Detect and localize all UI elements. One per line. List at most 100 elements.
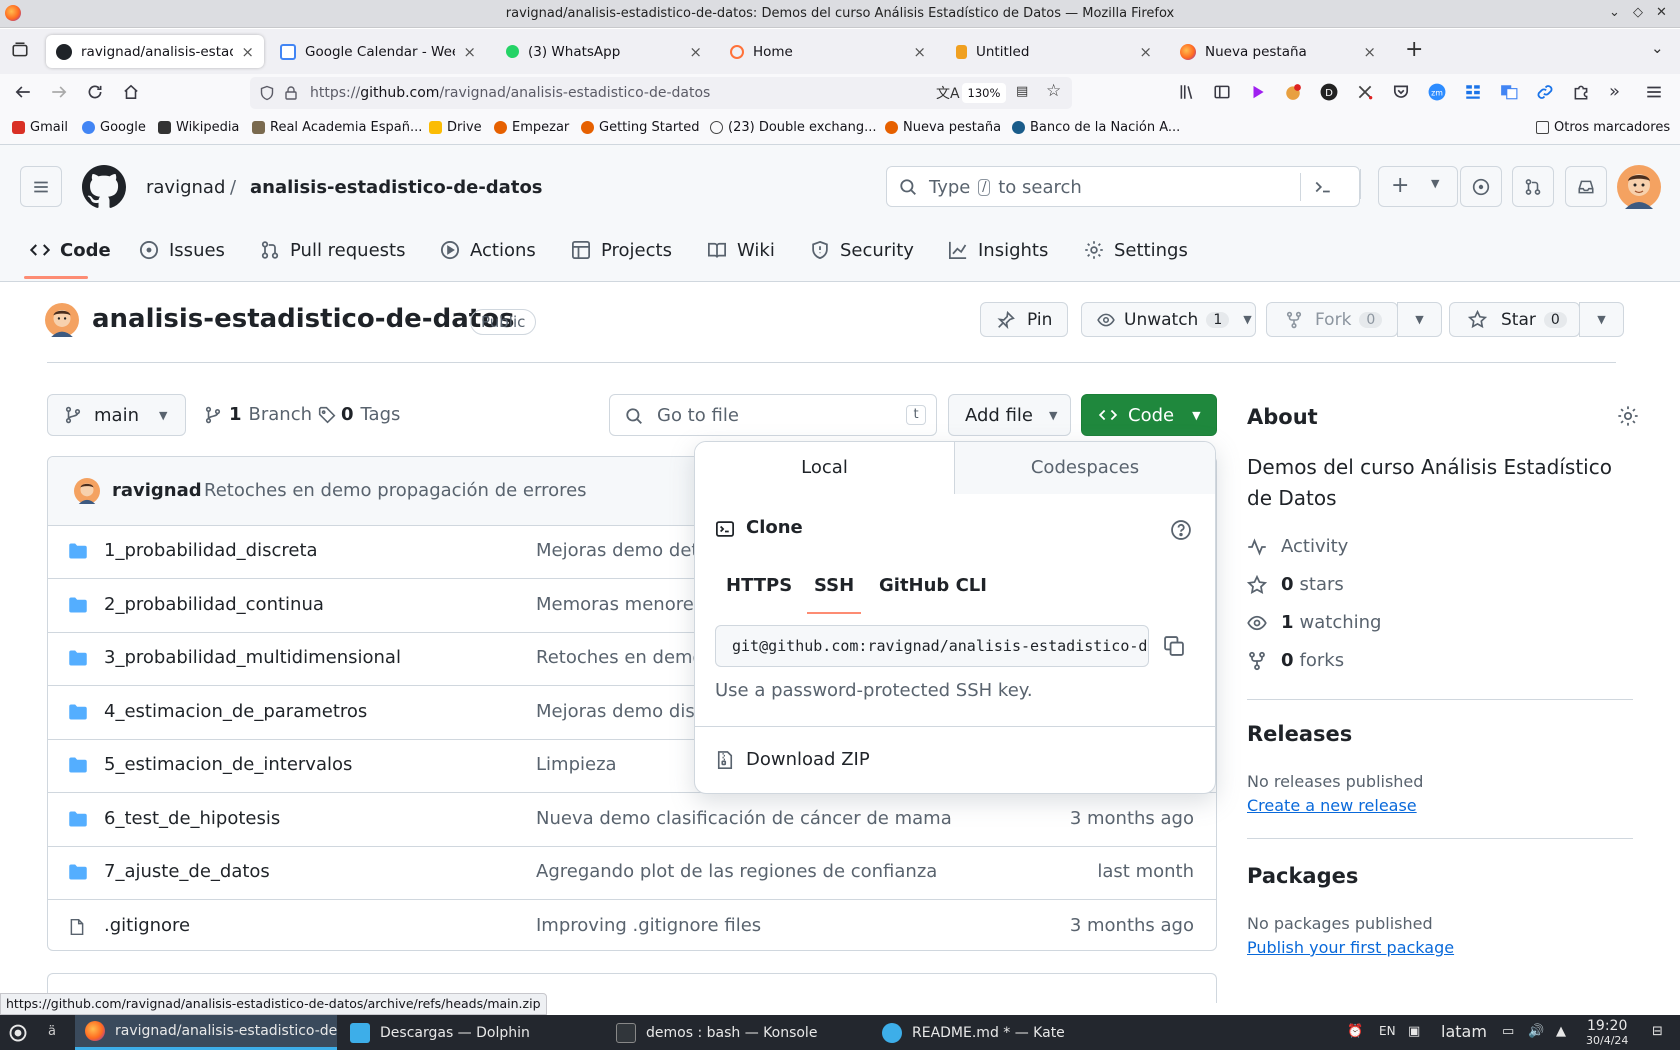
clock-date[interactable]: 30/4/24: [1586, 1034, 1628, 1047]
close-tab-icon[interactable]: ×: [1139, 43, 1152, 61]
shield-icon[interactable]: [259, 85, 275, 101]
fork-button[interactable]: Fork 0: [1266, 302, 1398, 337]
bookmark-drive[interactable]: Drive: [429, 120, 482, 135]
tab-codespaces[interactable]: Codespaces: [955, 442, 1215, 494]
forward-arrow-icon[interactable]: [50, 83, 70, 103]
global-nav-menu-button[interactable]: [20, 166, 62, 207]
tab-insights[interactable]: Insights: [948, 233, 1048, 267]
close-tab-icon[interactable]: ×: [913, 43, 926, 61]
file-name-link[interactable]: 4_estimacion_de_parametros: [104, 701, 367, 722]
browser-tab-whatsapp[interactable]: (3) WhatsApp ×: [496, 35, 712, 68]
browser-tab-home[interactable]: Home ×: [720, 35, 936, 68]
browser-tab-github[interactable]: ravignad/analisis-estadistic ×: [46, 35, 264, 68]
bookmark-gmail[interactable]: Gmail: [12, 120, 68, 135]
home-icon[interactable]: [122, 83, 142, 103]
command-palette-icon[interactable]: [1313, 178, 1333, 196]
tab-issues[interactable]: Issues: [139, 233, 225, 267]
commit-author-avatar[interactable]: [74, 478, 100, 504]
zoom-meeting-icon[interactable]: zm: [1428, 83, 1448, 103]
alarm-icon[interactable]: ⏰: [1347, 1024, 1363, 1039]
clone-url-input[interactable]: git@github.com:ravignad/analisis-estadis…: [715, 625, 1149, 667]
commit-message-link[interactable]: Retoches en demo: [536, 647, 704, 668]
publish-package-link[interactable]: Publish your first package: [1247, 938, 1454, 957]
extension-badge-icon[interactable]: [1284, 83, 1304, 103]
bookmark-wikipedia[interactable]: Wikipedia: [158, 120, 239, 135]
bookmark-empezar[interactable]: Empezar: [494, 120, 569, 135]
code-button[interactable]: Code ▼: [1081, 394, 1217, 436]
tab-actions[interactable]: Actions: [440, 233, 536, 267]
display-icon[interactable]: ▭: [1502, 1024, 1514, 1039]
table-row[interactable]: 7_ajuste_de_datos Agregando plot de las r…: [48, 847, 1216, 900]
file-name-link[interactable]: 6_test_de_hipotesis: [104, 808, 280, 829]
pull-requests-button[interactable]: [1512, 166, 1554, 207]
commit-message-link[interactable]: Mejoras demo dist: [536, 701, 702, 722]
taskbar-item-konsole[interactable]: demos : bash — Konsole: [606, 1015, 868, 1050]
taskbar-item-dolphin[interactable]: Descargas — Dolphin: [340, 1015, 602, 1050]
link-extension-icon[interactable]: [1536, 83, 1556, 103]
tab-local[interactable]: Local: [695, 442, 955, 494]
commit-message-link[interactable]: Nueva demo clasificación de cáncer de ma…: [536, 808, 952, 829]
new-tab-button[interactable]: +: [1405, 37, 1423, 62]
play-extension-icon[interactable]: [1249, 83, 1269, 103]
tab-projects[interactable]: Projects: [571, 233, 672, 267]
tab-security[interactable]: Security: [810, 233, 914, 267]
issues-button[interactable]: [1460, 166, 1502, 207]
translate-extension-icon[interactable]: [1500, 83, 1520, 103]
d-extension-icon[interactable]: D: [1320, 83, 1340, 103]
file-name-link[interactable]: 3_probabilidad_multidimensional: [104, 647, 401, 668]
url-text[interactable]: https://github.com/ravignad/analisis-est…: [310, 85, 710, 101]
stars-link[interactable]: 0 stars: [1247, 574, 1344, 595]
commit-message-link[interactable]: Improving .gitignore files: [536, 915, 761, 936]
create-release-link[interactable]: Create a new release: [1247, 796, 1417, 815]
gear-icon[interactable]: [1617, 405, 1639, 427]
unwatch-button[interactable]: Unwatch 1 ▼: [1081, 302, 1256, 337]
file-name-link[interactable]: 1_probabilidad_discreta: [104, 540, 318, 561]
branch-selector[interactable]: main ▼: [47, 394, 186, 436]
bookmark-banco-nacion[interactable]: Banco de la Nación A...: [1012, 120, 1180, 135]
commit-author[interactable]: ravignad: [112, 480, 202, 501]
browser-tab-untitled[interactable]: Untitled ×: [946, 35, 1162, 68]
bookmark-nueva-pestana[interactable]: Nueva pestaña: [885, 120, 1001, 135]
file-name-link[interactable]: 2_probabilidad_continua: [104, 594, 324, 615]
close-tab-icon[interactable]: ×: [463, 43, 476, 61]
pocket-icon[interactable]: [1392, 83, 1412, 103]
url-bar[interactable]: https://github.com/ravignad/analisis-est…: [250, 77, 1072, 109]
watching-link[interactable]: 1 watching: [1247, 612, 1381, 633]
copy-icon[interactable]: [1163, 635, 1185, 657]
commit-message[interactable]: Retoches en demo propagación de errores: [204, 480, 587, 501]
github-logo-icon[interactable]: [82, 165, 126, 209]
tab-code[interactable]: Code: [30, 233, 111, 267]
tools-extension-icon[interactable]: [1356, 83, 1376, 103]
keyboard-lang[interactable]: EN: [1379, 1024, 1396, 1038]
hamburger-menu-icon[interactable]: [1645, 83, 1665, 103]
app-launcher-icon[interactable]: [8, 1023, 28, 1043]
close-tab-icon[interactable]: ×: [241, 43, 254, 61]
commit-message-link[interactable]: Memoras menores: [536, 594, 703, 615]
search-input[interactable]: Type / to search: [886, 166, 1360, 207]
reader-icon[interactable]: ▤: [1016, 84, 1028, 99]
releases-heading[interactable]: Releases: [1247, 722, 1352, 746]
tab-list-icon[interactable]: [11, 41, 29, 59]
help-icon[interactable]: [1170, 519, 1192, 541]
bookmark-double-exchange[interactable]: (23) Double exchang...: [710, 120, 877, 135]
restore-icon[interactable]: ◇: [1633, 5, 1643, 20]
taskbar-item-kate[interactable]: README.md * — Kate: [872, 1015, 1134, 1050]
taskbar-item-firefox[interactable]: ravignad/analisis-estadistico-de-da...: [75, 1015, 337, 1050]
show-desktop-icon[interactable]: ⊟: [1652, 1024, 1663, 1039]
repo-link[interactable]: analisis-estadistico-de-datos: [250, 177, 543, 198]
inbox-button[interactable]: [1565, 166, 1607, 207]
bookmark-getting-started[interactable]: Getting Started: [581, 120, 700, 135]
commit-message-link[interactable]: Agregando plot de las regiones de confia…: [536, 861, 937, 882]
download-zip-button[interactable]: Download ZIP: [695, 727, 1215, 793]
minimize-icon[interactable]: ⌄: [1609, 5, 1620, 20]
avatar[interactable]: [1617, 165, 1661, 209]
tab-wiki[interactable]: Wiki: [707, 233, 775, 267]
file-name-link[interactable]: 7_ajuste_de_datos: [104, 861, 270, 882]
file-name-link[interactable]: .gitignore: [104, 915, 190, 936]
volume-icon[interactable]: 🔊: [1528, 1024, 1544, 1039]
tray-expand-icon[interactable]: ▲: [1556, 1024, 1566, 1039]
protocol-https[interactable]: HTTPS: [726, 575, 792, 596]
tab-settings[interactable]: Settings: [1084, 233, 1188, 267]
fork-dropdown-button[interactable]: ▼: [1397, 302, 1442, 337]
star-dropdown-button[interactable]: ▼: [1579, 302, 1624, 337]
